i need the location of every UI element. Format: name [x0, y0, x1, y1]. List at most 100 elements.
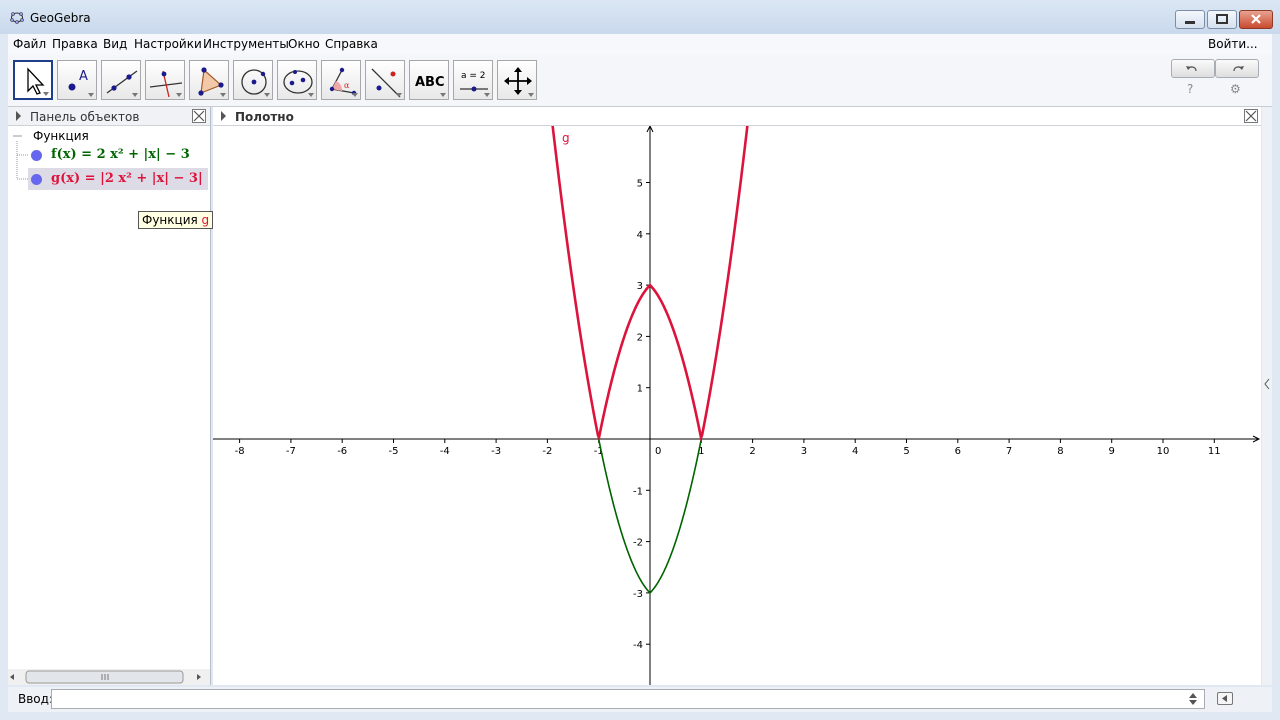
cursor-arrow-icon [27, 67, 45, 95]
undo-button[interactable] [1171, 59, 1215, 78]
algebra-horizontal-scrollbar[interactable] [8, 669, 210, 685]
expand-triangle-icon[interactable] [16, 111, 21, 121]
x-tick-label: 11 [1208, 446, 1221, 457]
minimize-button[interactable] [1175, 10, 1205, 29]
toolbar: A α ABC a = 2 ? ⚙ [8, 55, 1272, 107]
window-title: GeoGebra [30, 11, 91, 25]
x-tick-label: 5 [903, 446, 909, 457]
x-tick-label: -7 [286, 446, 296, 457]
menu-bar: Файл Правка Вид Настройки Инструменты Ок… [8, 34, 1272, 55]
tooltip-prefix: Функция [142, 213, 198, 227]
x-tick-label: -6 [337, 446, 347, 457]
line-tool-button[interactable] [101, 60, 141, 100]
geogebra-logo-icon [10, 12, 24, 24]
algebra-object-g[interactable]: g(x) = |2 x² + |x| − 3| [28, 168, 208, 190]
x-tick-label: 9 [1109, 446, 1115, 457]
menu-edit[interactable]: Правка [52, 37, 98, 51]
menu-tools[interactable]: Инструменты [203, 37, 289, 51]
move-view-tool-button[interactable] [497, 60, 537, 100]
graphics-view-title: Полотно [235, 110, 294, 124]
input-field[interactable] [51, 689, 1205, 709]
x-tick-label: 4 [852, 446, 858, 457]
maximize-icon [1216, 14, 1228, 24]
menu-file[interactable]: Файл [13, 37, 46, 51]
text-tool-button[interactable]: ABC [409, 60, 449, 100]
scrollbar-graphics [10, 670, 201, 684]
input-bar: Ввод: [8, 687, 1272, 712]
y-tick-label: -1 [633, 486, 643, 497]
login-link[interactable]: Войти... [1208, 37, 1258, 51]
menu-window[interactable]: Окно [288, 37, 320, 51]
algebra-panel: Панель объектов Функция f(x) = 2 x² + |x… [8, 107, 211, 685]
x-tick-label: 3 [801, 446, 807, 457]
ellipse-tool-button[interactable] [277, 60, 317, 100]
keyboard-toggle-button[interactable] [1217, 692, 1233, 705]
menu-view[interactable]: Вид [103, 37, 127, 51]
graphics-view-header[interactable]: Полотно [213, 107, 1261, 126]
tooltip-name: g [201, 213, 210, 227]
move-tool-button[interactable] [13, 60, 53, 100]
object-tooltip: Функция g [138, 211, 214, 229]
y-tick-label: -2 [633, 538, 643, 549]
input-label: Ввод: [18, 692, 53, 706]
slider-tool-button[interactable]: a = 2 [453, 60, 493, 100]
undo-icon [1186, 66, 1197, 72]
x-tick-label: 2 [749, 446, 755, 457]
close-icon [193, 110, 205, 122]
y-tick-label: -3 [633, 589, 643, 600]
visibility-toggle-f[interactable] [31, 150, 42, 161]
tree-group-functions[interactable]: Функция [33, 129, 89, 143]
help-button[interactable]: ? [1187, 82, 1193, 96]
angle-tool-button[interactable]: α [321, 60, 361, 100]
circle-tool-button[interactable] [233, 60, 273, 100]
graphics-view[interactable]: Полотно -8 -7 -6 -5 -4 -3 -2 -1 0 1 2 3 4 5 6 7 8 9 10 11 -4… [213, 107, 1261, 685]
algebra-panel-header[interactable]: Панель объектов [8, 107, 210, 126]
graph-canvas[interactable]: -8 -7 -6 -5 -4 -3 -2 -1 0 1 2 3 4 5 6 7 8 9 10 11-4-3-2-112… [213, 126, 1261, 685]
x-tick-label: 7 [1006, 446, 1012, 457]
y-tick-label: 3 [637, 281, 643, 292]
close-icon [1245, 110, 1257, 122]
title-bar: GeoGebra [0, 0, 1280, 34]
x-tick-label: -8 [235, 446, 245, 457]
y-tick-label: 2 [637, 332, 643, 343]
close-algebra-panel-button[interactable] [192, 109, 206, 123]
x-tick-label: -5 [389, 446, 399, 457]
menu-help[interactable]: Справка [325, 37, 378, 51]
x-tick-label: 8 [1057, 446, 1063, 457]
y-tick-label: -4 [633, 640, 643, 651]
svg-text:α: α [344, 81, 350, 90]
x-tick-label: 10 [1157, 446, 1170, 457]
polygon-tool-button[interactable] [189, 60, 229, 100]
input-history-arrows-icon[interactable] [1187, 692, 1199, 706]
object-definition-g[interactable]: g(x) = |2 x² + |x| − 3| [51, 171, 203, 186]
close-graphics-view-button[interactable] [1244, 109, 1258, 123]
visibility-toggle-g[interactable] [31, 174, 42, 185]
curve-label-g: g [562, 131, 570, 145]
close-window-button[interactable] [1239, 10, 1273, 29]
algebra-panel-title: Панель объектов [30, 110, 140, 124]
collapse-triangle-icon[interactable] [1262, 107, 1272, 685]
svg-text:A: A [79, 69, 88, 84]
svg-text:ABC: ABC [415, 75, 445, 90]
maximize-button[interactable] [1207, 10, 1237, 29]
settings-gear-icon[interactable]: ⚙ [1230, 82, 1241, 96]
minimize-icon [1185, 21, 1195, 24]
reflect-tool-button[interactable] [365, 60, 405, 100]
x-tick-label: -2 [542, 446, 552, 457]
x-tick-label: -3 [491, 446, 501, 457]
redo-button[interactable] [1215, 59, 1259, 78]
axis-ticks: -8 -7 -6 -5 -4 -3 -2 -1 0 1 2 3 4 5 6 7 8 9 10 11-4-3-2-112… [235, 179, 1221, 652]
object-definition-f[interactable]: f(x) = 2 x² + |x| − 3 [51, 147, 190, 162]
expand-triangle-icon[interactable] [221, 111, 226, 121]
redo-icon [1233, 66, 1244, 72]
menu-settings[interactable]: Настройки [134, 37, 202, 51]
svg-text:a = 2: a = 2 [461, 71, 486, 81]
perpendicular-tool-button[interactable] [145, 60, 185, 100]
back-triangle-icon [1222, 695, 1227, 702]
y-tick-label: 1 [637, 384, 643, 395]
x-tick-label: 6 [955, 446, 961, 457]
point-tool-button[interactable]: A [57, 60, 97, 100]
graphics-side-strip [1262, 107, 1272, 685]
x-tick-label: -4 [440, 446, 450, 457]
algebra-object-f[interactable]: f(x) = 2 x² + |x| − 3 [28, 144, 208, 166]
